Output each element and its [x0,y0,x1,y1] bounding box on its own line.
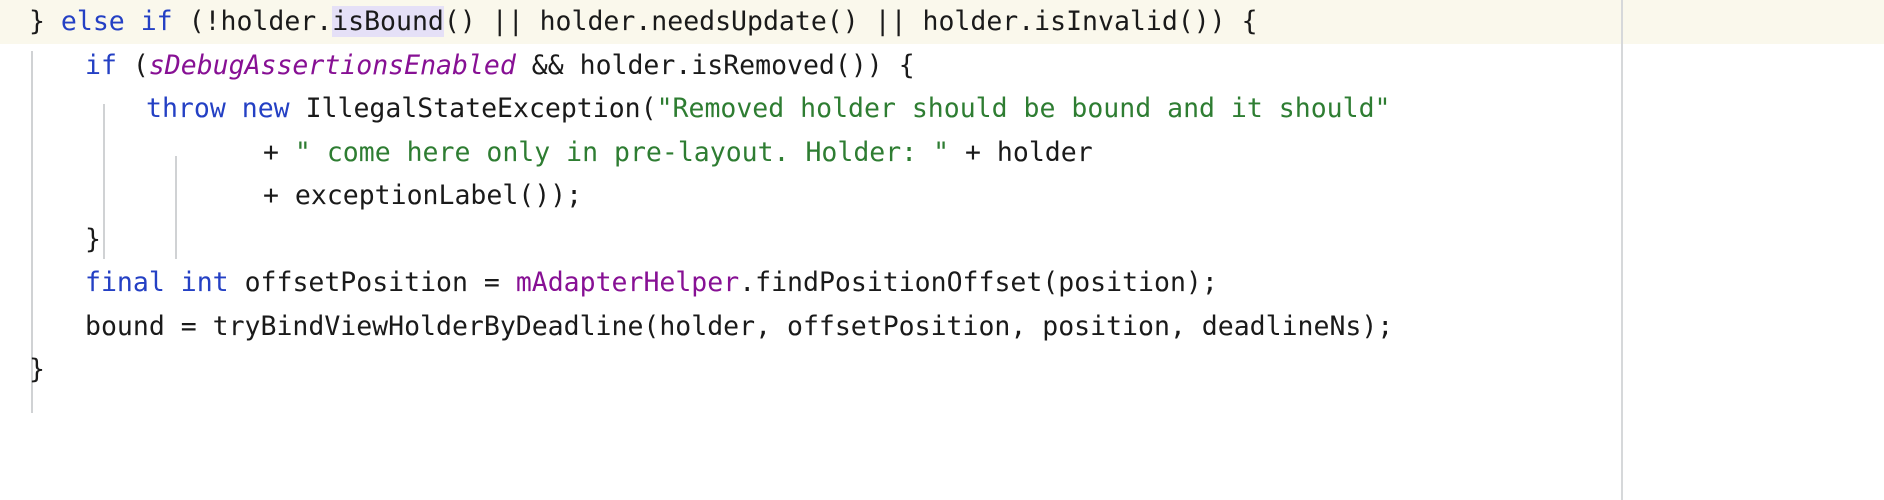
code-editor-pane[interactable]: } else if (!holder.isBound() || holder.n… [0,0,1884,500]
code-token: } [29,354,45,385]
code-token: (!holder. [172,6,333,37]
code-token: ( [116,49,149,81]
code-line[interactable]: if (sDebugAssertionsEnabled && holder.is… [0,44,915,88]
code-token: IllegalStateException( [289,93,657,124]
code-token: + [263,136,295,168]
code-token: && holder.isRemoved()) { [515,49,915,81]
code-line[interactable]: final int offsetPosition = mAdapterHelpe… [0,261,1218,305]
code-token: "Removed holder should be bound and it s… [656,93,1391,124]
code-line[interactable]: } else if (!holder.isBound() || holder.n… [0,0,1258,44]
code-token: else [60,6,125,37]
code-token: } [85,223,101,255]
code-token: + holder [949,136,1093,168]
code-line[interactable]: + " come here only in pre-layout. Holder… [0,131,1093,175]
selected-token: isBound [332,6,444,37]
code-token: bound = tryBindViewHolderByDeadline(hold… [85,310,1394,342]
right-margin-guide [1621,0,1623,500]
code-token: } [29,6,61,37]
code-token: final [85,267,165,298]
code-token: throw [146,93,226,124]
code-line[interactable]: } [0,348,45,392]
code-token: sDebugAssertionsEnabled [148,49,516,81]
code-token: mAdapterHelper [515,267,740,298]
code-token: if [140,6,173,37]
code-line[interactable]: throw new IllegalStateException("Removed… [0,87,1390,131]
code-token: .findPositionOffset(position); [739,267,1218,298]
code-token: offsetPosition = [228,267,516,298]
code-token: + exceptionLabel()); [263,180,583,211]
code-token: " come here only in pre-layout. Holder: … [294,136,950,168]
code-token: () || holder.needsUpdate() || holder.isI… [443,6,1258,37]
code-token: int [180,267,229,298]
code-line[interactable]: + exceptionLabel()); [0,174,582,218]
code-token: if [85,49,117,81]
code-token: new [241,93,290,124]
code-line[interactable]: bound = tryBindViewHolderByDeadline(hold… [0,305,1393,349]
code-line[interactable]: } [0,218,101,262]
